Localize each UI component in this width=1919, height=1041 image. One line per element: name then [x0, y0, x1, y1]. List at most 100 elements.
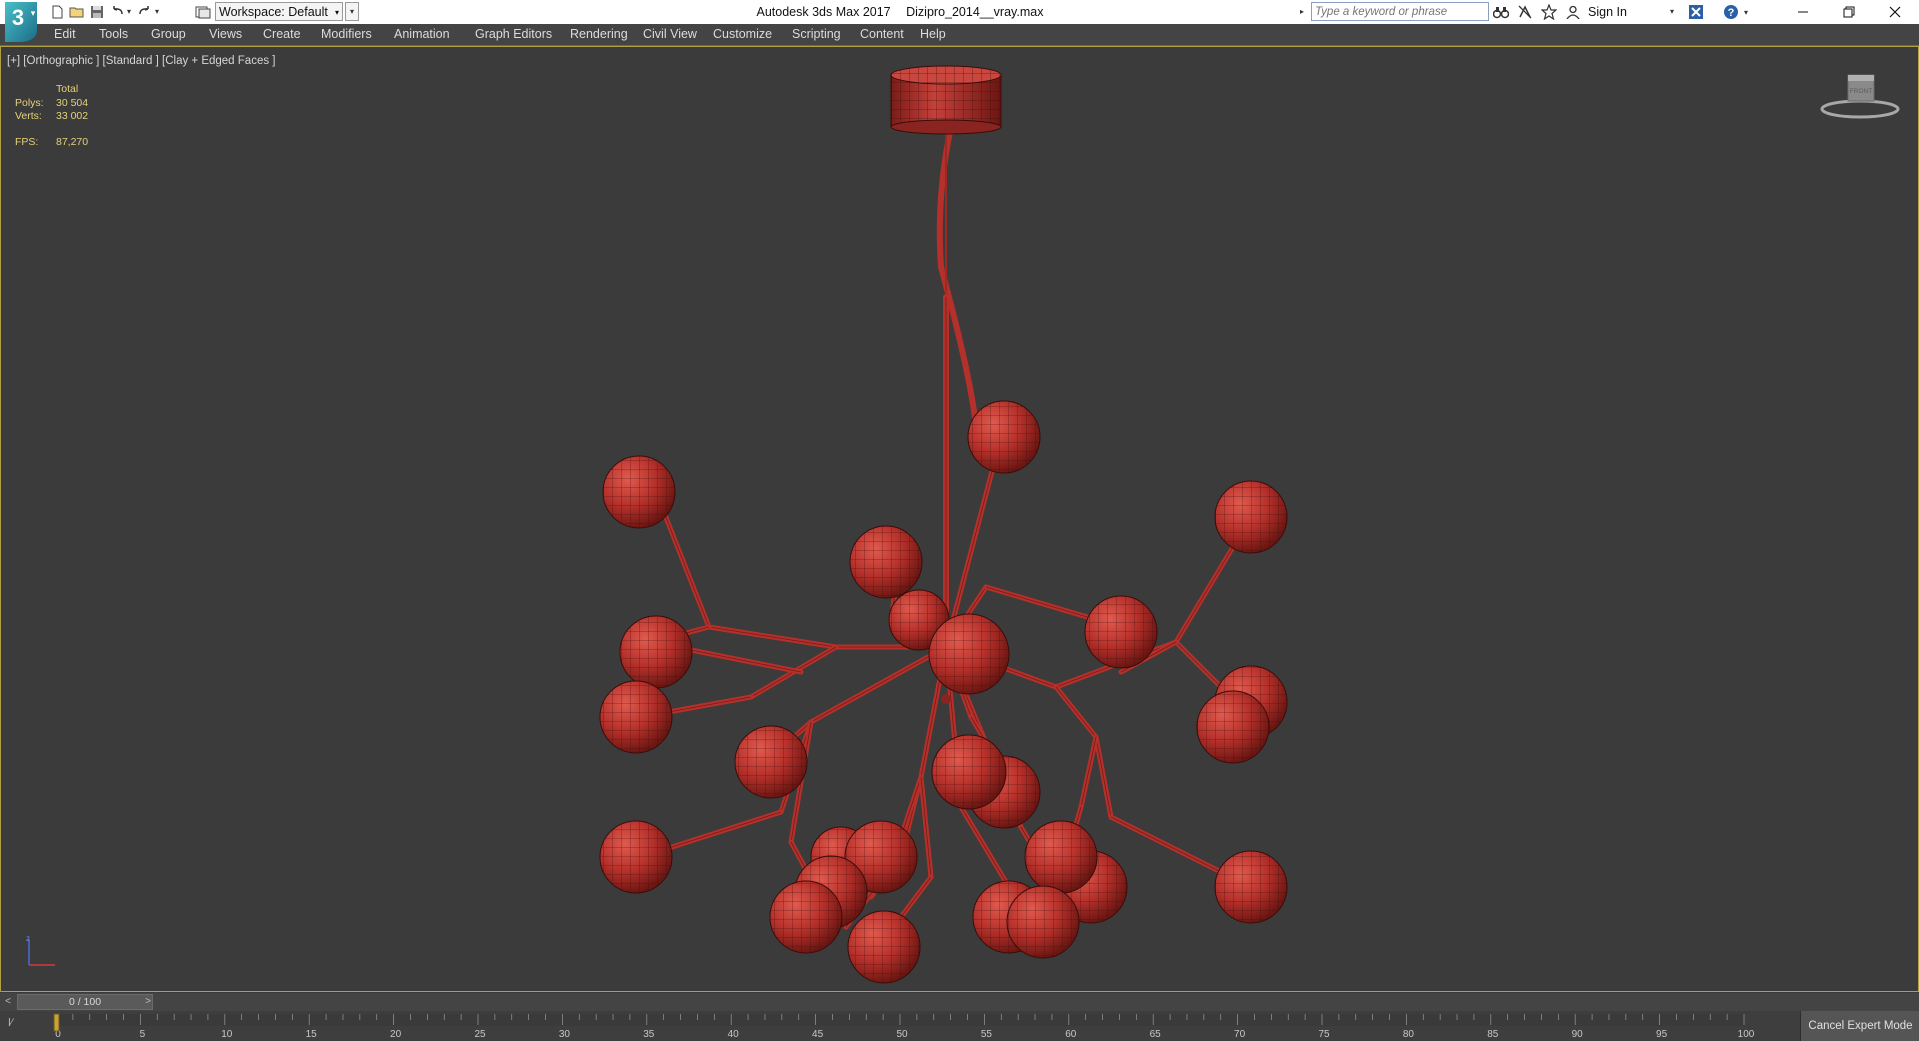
- chandelier-arm-edge: [920, 776, 932, 878]
- current-frame-marker[interactable]: [53, 1013, 60, 1032]
- close-icon[interactable]: [1872, 0, 1918, 24]
- globe-wireframe: [603, 456, 675, 528]
- viewcube-icon[interactable]: FRONT: [1819, 73, 1901, 123]
- globe-wireframe: [848, 911, 920, 983]
- globe-wireframe: [1215, 851, 1287, 923]
- workspace-label: Workspace: Default: [219, 5, 328, 19]
- menu-edit[interactable]: Edit: [54, 24, 76, 45]
- globe-wireframe: [600, 821, 672, 893]
- globe-wireframe: [1007, 886, 1079, 958]
- undo-icon[interactable]: [108, 3, 126, 20]
- menu-content[interactable]: Content: [860, 24, 904, 45]
- chandelier-model[interactable]: [1, 47, 1918, 991]
- globe-wireframe: [932, 735, 1006, 809]
- time-slider-thumb[interactable]: 0 / 100: [17, 994, 153, 1010]
- globe-wireframe: [1085, 596, 1157, 668]
- cancel-expert-mode-button[interactable]: Cancel Expert Mode: [1800, 1011, 1919, 1041]
- menu-animation[interactable]: Animation: [394, 24, 450, 45]
- menu-help[interactable]: Help: [920, 24, 946, 45]
- ruler-label: 85: [1487, 1029, 1499, 1040]
- ruler-label: 15: [306, 1029, 318, 1040]
- chandelier-arm-edge: [810, 646, 947, 723]
- sign-in-dropdown-icon[interactable]: ▾: [1670, 3, 1674, 21]
- frame-ruler[interactable]: 0 5 10 15 20 25 30 35 40 45 50 55 60 65 70 75 80 85 90 95 10…: [0, 1011, 1800, 1041]
- sign-in-label: Sign In: [1588, 5, 1627, 19]
- project-folder-icon[interactable]: [194, 3, 212, 20]
- chandelier-arm-edge: [1095, 736, 1112, 818]
- chandelier-arm-edge: [1080, 736, 1097, 808]
- chandelier-arm-edge: [708, 626, 837, 648]
- menu-rendering[interactable]: Rendering: [570, 24, 628, 45]
- globe-wireframe: [929, 614, 1009, 694]
- help-dropdown-icon[interactable]: ▾: [1741, 3, 1751, 21]
- ruler-label: 90: [1572, 1029, 1584, 1040]
- menu-graph-editors[interactable]: Graph Editors: [475, 24, 552, 45]
- ruler-label: 30: [559, 1029, 571, 1040]
- communication-center-icon[interactable]: [1516, 3, 1534, 21]
- globe-wireframe: [1215, 481, 1287, 553]
- search-input[interactable]: [1311, 2, 1489, 21]
- ruler-label: 55: [981, 1029, 993, 1040]
- ruler-label: 100: [1738, 1029, 1755, 1040]
- app-logo-button[interactable]: 3 ▾: [3, 0, 41, 44]
- ruler-label: 45: [812, 1029, 824, 1040]
- ruler-label: 35: [643, 1029, 655, 1040]
- globe-wireframe: [850, 526, 922, 598]
- menu-modifiers[interactable]: Modifiers: [321, 24, 372, 45]
- sign-in-button[interactable]: Sign In: [1588, 3, 1627, 21]
- open-file-icon[interactable]: [68, 3, 86, 20]
- binoculars-icon[interactable]: [1492, 3, 1510, 21]
- ruler-label: 70: [1234, 1029, 1246, 1040]
- ruler-label: 25: [474, 1029, 486, 1040]
- ruler-label: 65: [1150, 1029, 1162, 1040]
- ceiling-canopy: [890, 65, 1002, 135]
- previous-frame-icon[interactable]: <: [0, 994, 16, 1010]
- save-icon[interactable]: [88, 3, 106, 20]
- customize-toolbar-button[interactable]: ▾: [345, 2, 359, 21]
- help-icon[interactable]: ?: [1722, 3, 1740, 21]
- favorites-star-icon[interactable]: [1540, 3, 1558, 21]
- time-slider[interactable]: < 0 / 100 >: [0, 993, 1919, 1011]
- globe-wireframe: [600, 681, 672, 753]
- globe-wireframe: [1197, 691, 1269, 763]
- menu-scripting[interactable]: Scripting: [792, 24, 841, 45]
- viewcube-label: FRONT: [1850, 88, 1872, 95]
- menu-civil-view[interactable]: Civil View: [643, 24, 697, 45]
- redo-dropdown-icon[interactable]: ▾: [153, 3, 161, 20]
- svg-text:z: z: [26, 935, 30, 943]
- cancel-expert-mode-label: Cancel Expert Mode: [1808, 1020, 1913, 1032]
- svg-text:?: ?: [1728, 7, 1735, 19]
- menu-tools[interactable]: Tools: [99, 24, 128, 45]
- globe-wireframe: [968, 401, 1040, 473]
- chevron-down-icon: ▾: [334, 8, 339, 17]
- restore-icon[interactable]: [1826, 0, 1872, 24]
- perspective-viewport[interactable]: [+] [Orthographic ] [Standard ] [Clay + …: [0, 46, 1919, 992]
- ruler-label: 10: [221, 1029, 233, 1040]
- ruler-label: 40: [728, 1029, 740, 1040]
- menu-create[interactable]: Create: [263, 24, 301, 45]
- ruler-label: 60: [1065, 1029, 1077, 1040]
- svg-text:3: 3: [12, 5, 24, 30]
- axis-tripod-icon: z: [26, 935, 55, 966]
- exchange-apps-icon[interactable]: [1687, 3, 1705, 21]
- menu-views[interactable]: Views: [209, 24, 242, 45]
- time-slider-label: 0 / 100: [68, 996, 102, 1008]
- svg-text:▾: ▾: [31, 8, 36, 18]
- undo-dropdown-icon[interactable]: ▾: [125, 3, 133, 20]
- track-bar[interactable]: ǀ∕ 0 5 10 15 20 25 30 35 40 45 50 55 60 65 70 75 80 85 90 9…: [0, 1011, 1919, 1041]
- chandelier-arm-edge: [1055, 686, 1097, 738]
- globe-wireframe: [735, 726, 807, 798]
- menu-bar: Edit Tools Group Views Create Modifiers …: [0, 24, 1919, 46]
- ruler-label: 80: [1403, 1029, 1415, 1040]
- new-file-icon[interactable]: [48, 3, 66, 20]
- menu-group[interactable]: Group: [151, 24, 186, 45]
- next-frame-icon[interactable]: >: [140, 994, 156, 1010]
- search-expand-icon[interactable]: ▸: [1300, 3, 1310, 21]
- redo-icon[interactable]: [136, 3, 154, 20]
- ruler-label: 20: [390, 1029, 402, 1040]
- ruler-label: 5: [140, 1029, 146, 1040]
- workspace-dropdown[interactable]: Workspace: Default ▾: [215, 2, 343, 21]
- menu-customize[interactable]: Customize: [713, 24, 772, 45]
- minimize-icon[interactable]: [1780, 0, 1826, 24]
- user-icon: [1566, 3, 1580, 21]
